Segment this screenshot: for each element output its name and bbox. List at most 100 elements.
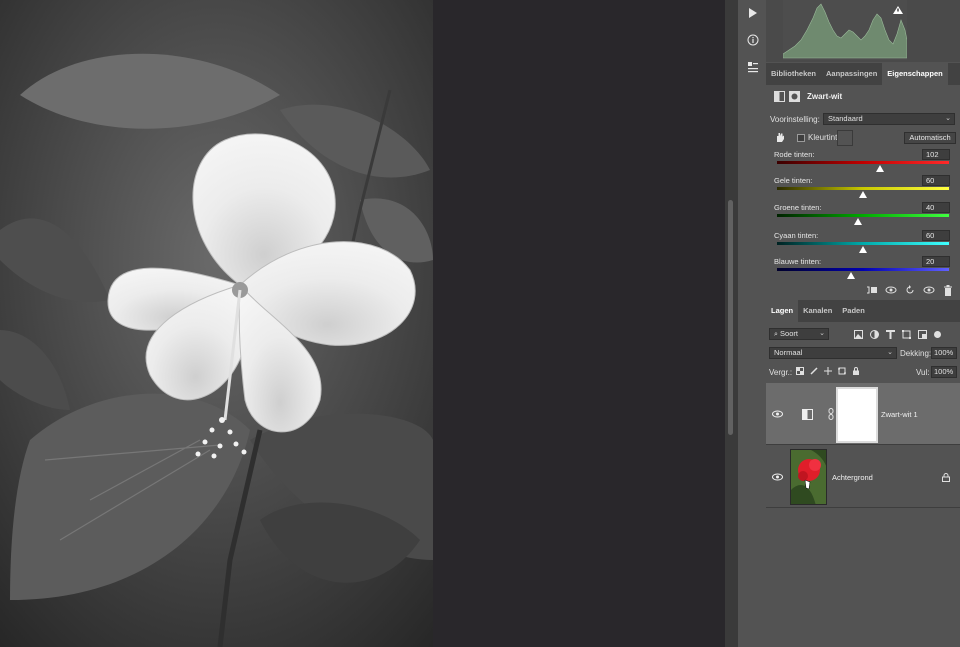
tint-checkbox[interactable] xyxy=(797,134,805,142)
properties-panel-button[interactable] xyxy=(738,54,767,80)
layer-mask-thumbnail[interactable] xyxy=(836,387,878,443)
blend-mode-dropdown[interactable]: Normaal ⌄ xyxy=(769,347,897,359)
slider-track-green[interactable] xyxy=(777,214,949,217)
clip-icon xyxy=(866,286,877,294)
lock-all-icon[interactable] xyxy=(852,367,860,375)
lock-transparent-icon[interactable] xyxy=(796,367,804,375)
tab-aanpassingen[interactable]: Aanpassingen xyxy=(821,63,882,85)
layer-thumbnail[interactable] xyxy=(790,449,827,505)
slider-track-yellow[interactable] xyxy=(777,187,949,190)
type-layer-filter-icon[interactable] xyxy=(886,329,895,339)
slider-track-red[interactable] xyxy=(777,161,949,164)
lock-artboard-icon[interactable] xyxy=(838,367,846,375)
adjustment-title: Zwart-wit xyxy=(807,91,843,101)
layer-visibility-toggle[interactable] xyxy=(771,409,783,419)
layer-row-achtergrond[interactable]: Achtergrond xyxy=(766,446,960,508)
slider-value-cyan[interactable]: 60 xyxy=(922,230,950,241)
pixel-layer-filter-icon[interactable] xyxy=(854,329,863,339)
chain-link-icon[interactable] xyxy=(828,408,834,420)
slider-thumb-yellow[interactable] xyxy=(859,191,867,198)
tab-kanalen[interactable]: Kanalen xyxy=(798,300,837,322)
shape-layer-filter-icon[interactable] xyxy=(902,329,911,339)
slider-thumb-cyan[interactable] xyxy=(859,246,867,253)
canvas-scrollbar[interactable] xyxy=(725,0,737,647)
scrollbar-thumb[interactable] xyxy=(728,200,733,435)
reset-button[interactable] xyxy=(901,282,918,299)
lock-icon[interactable] xyxy=(942,473,950,482)
slider-value-green[interactable]: 40 xyxy=(922,202,950,213)
slider-thumb-green[interactable] xyxy=(853,218,862,225)
slider-label-red: Rode tinten: xyxy=(774,150,815,159)
layer-name[interactable]: Zwart-wit 1 xyxy=(881,410,918,419)
properties-panel: Zwart-wit Voorinstelling: Standaard ⌄ Kl… xyxy=(766,85,960,300)
toggle-visibility-button[interactable] xyxy=(920,282,937,299)
blend-mode-value: Normaal xyxy=(774,348,803,357)
histogram-graph xyxy=(783,0,907,60)
canvas-area[interactable] xyxy=(0,0,725,647)
layers-panel: ⌕ Soort ⌄ Normaal ⌄ Dekking: 100% Vergr.… xyxy=(766,322,960,647)
hibiscus-thumbnail xyxy=(791,450,826,504)
smart-object-filter-icon[interactable] xyxy=(918,329,927,339)
lock-label: Vergr.: xyxy=(769,367,793,377)
tab-paden[interactable]: Paden xyxy=(837,300,870,322)
clip-to-layer-button[interactable] xyxy=(863,282,880,299)
slider-track-blue[interactable] xyxy=(777,268,949,271)
slider-value-blue[interactable]: 20 xyxy=(922,256,950,267)
adjustment-layer-icon xyxy=(802,409,813,420)
layer-filter-value: Soort xyxy=(780,329,798,338)
tint-label: Kleurtint xyxy=(808,133,838,142)
view-previous-button[interactable] xyxy=(882,282,899,299)
tab-eigenschappen[interactable]: Eigenschappen xyxy=(882,63,948,85)
slider-track-cyan[interactable] xyxy=(777,242,949,245)
filter-toggle[interactable] xyxy=(934,330,941,338)
chevron-down-icon: ⌄ xyxy=(887,349,893,356)
slider-thumb-blue[interactable] xyxy=(846,272,855,279)
opacity-input[interactable]: 100% xyxy=(931,347,957,359)
delete-button[interactable] xyxy=(939,282,956,299)
eye-icon xyxy=(771,410,783,418)
play-icon xyxy=(748,8,757,18)
chevron-down-icon: ⌄ xyxy=(945,115,951,122)
document-image[interactable] xyxy=(0,0,433,647)
fill-label: Vul: xyxy=(916,367,930,377)
lock-position-icon[interactable] xyxy=(824,367,832,375)
preset-dropdown[interactable]: Standaard ⌄ xyxy=(823,113,955,125)
eye-icon xyxy=(771,473,783,481)
reset-icon xyxy=(906,285,913,294)
layer-row-zwart-wit[interactable]: Zwart-wit 1 xyxy=(766,383,960,445)
play-button[interactable] xyxy=(738,0,767,26)
targeted-adjustment-hand-icon[interactable] xyxy=(774,131,786,143)
layer-name[interactable]: Achtergrond xyxy=(832,473,873,482)
slider-value-red[interactable]: 102 xyxy=(922,149,950,160)
lock-image-icon[interactable] xyxy=(810,367,818,375)
auto-button[interactable]: Automatisch xyxy=(904,132,956,144)
preset-label: Voorinstelling: xyxy=(770,114,820,124)
chevron-down-icon: ⌄ xyxy=(819,330,825,337)
tint-color-swatch[interactable] xyxy=(837,130,853,146)
slider-thumb-red[interactable] xyxy=(876,165,885,172)
opacity-label: Dekking: xyxy=(900,348,932,358)
right-panels: Bibliotheken Aanpassingen Eigenschappen … xyxy=(766,0,960,647)
trash-icon xyxy=(943,284,952,296)
photoshop-window: Bibliotheken Aanpassingen Eigenschappen … xyxy=(0,0,960,647)
hibiscus-photo xyxy=(0,0,433,647)
histogram-panel xyxy=(766,0,960,62)
search-icon: ⌕ xyxy=(774,331,778,338)
properties-icon xyxy=(747,62,758,73)
mask-icon[interactable] xyxy=(789,90,800,102)
info-button[interactable] xyxy=(738,27,767,53)
tab-bibliotheken[interactable]: Bibliotheken xyxy=(766,63,821,85)
layers-tabbar: Lagen Kanalen Paden xyxy=(766,300,960,322)
preset-value: Standaard xyxy=(828,114,863,123)
opacity-value: 100% xyxy=(934,348,954,357)
fill-input[interactable]: 100% xyxy=(931,366,957,378)
slider-value-yellow[interactable]: 60 xyxy=(922,175,950,186)
eye-previous-icon xyxy=(885,286,896,294)
tab-lagen[interactable]: Lagen xyxy=(766,300,799,322)
layer-filter-dropdown[interactable]: ⌕ Soort ⌄ xyxy=(769,328,829,340)
panel-icon-column xyxy=(737,0,766,647)
adjustment-layer-filter-icon[interactable] xyxy=(870,329,879,339)
fill-value: 100% xyxy=(934,367,954,376)
eye-icon xyxy=(923,286,934,294)
layer-visibility-toggle[interactable] xyxy=(771,472,783,482)
